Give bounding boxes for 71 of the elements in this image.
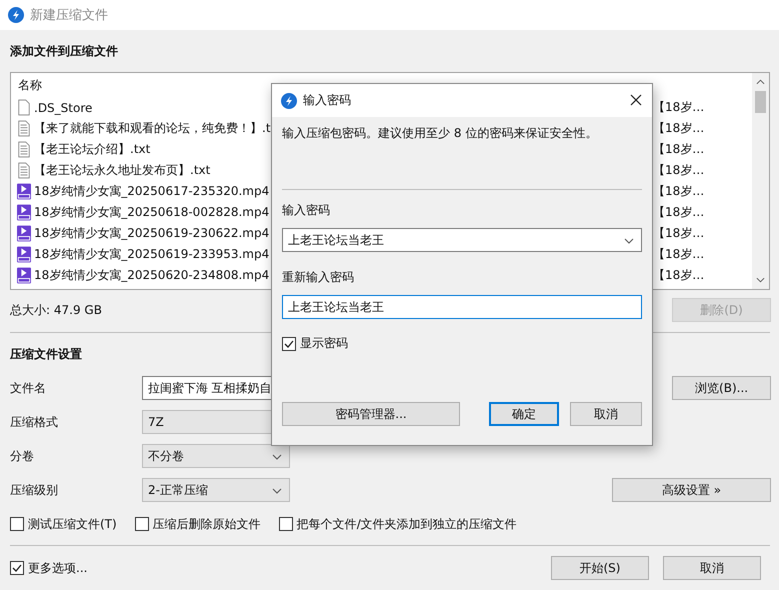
checkbox-label[interactable]: 更多选项...: [28, 560, 88, 576]
file-name[interactable]: 【老王论坛介绍】.txt: [34, 141, 150, 158]
video-file-icon: [17, 225, 31, 242]
video-file-icon: [17, 204, 31, 221]
file-name[interactable]: 18岁纯情少女寓_20250618-002828.mp4: [34, 204, 270, 221]
file-path: 【18岁…: [653, 246, 704, 263]
field-label: 分卷: [10, 448, 35, 464]
advanced-settings-button[interactable]: 高级设置 »: [612, 478, 771, 502]
cancel-button[interactable]: 取消: [570, 402, 642, 426]
caret-icon: [272, 454, 282, 460]
text-file-icon: [17, 162, 31, 179]
checkbox[interactable]: [10, 517, 24, 531]
field-label: 输入密码: [282, 202, 331, 218]
file-path: 【18岁…: [653, 162, 704, 179]
video-file-icon: [17, 246, 31, 263]
start-button[interactable]: 开始(S): [551, 556, 649, 580]
field-label: 压缩格式: [10, 414, 59, 430]
scroll-thumb[interactable]: [755, 91, 766, 113]
app-logo-icon: [281, 92, 297, 108]
caret-icon: [624, 238, 634, 244]
confirm-password-field[interactable]: 上老王论坛当老王: [282, 295, 642, 319]
checkbox[interactable]: [282, 336, 296, 350]
app-logo-icon: [8, 7, 24, 23]
video-file-icon: [17, 183, 31, 200]
file-name[interactable]: .DS_Store: [34, 100, 92, 114]
file-name[interactable]: 【来了就能下载和观看的论坛，纯免费！】.t: [34, 120, 271, 137]
scrollbar[interactable]: [752, 73, 769, 289]
dialog-message: 输入压缩包密码。建议使用至少 8 位的密码来保证安全性。: [282, 125, 598, 142]
cancel-button[interactable]: 取消: [663, 556, 761, 580]
split-dropdown[interactable]: 不分卷: [142, 444, 290, 468]
window-title: 新建压缩文件: [30, 7, 108, 24]
file-name[interactable]: 18岁纯情少女寓_20250617-235320.mp4: [34, 183, 270, 200]
file-path: 【18岁…: [653, 141, 704, 158]
scroll-up-icon[interactable]: [756, 79, 765, 85]
file-name[interactable]: 18岁纯情少女寓_20250619-230622.mp4: [34, 225, 270, 242]
level-dropdown[interactable]: 2-正常压缩: [142, 478, 290, 502]
field-label: 重新输入密码: [282, 269, 355, 285]
file-path: 【18岁…: [653, 99, 704, 116]
browse-button[interactable]: 浏览(B)...: [672, 376, 771, 400]
checkbox-label[interactable]: 压缩后删除原始文件: [152, 516, 261, 532]
total-size: 总大小: 47.9 GB: [10, 302, 102, 318]
caret-icon: [272, 488, 282, 494]
field-label: 压缩级别: [10, 482, 59, 498]
file-name[interactable]: 18岁纯情少女寓_20250619-233953.mp4: [34, 246, 270, 263]
checkbox[interactable]: [278, 517, 293, 531]
file-name[interactable]: 【老王论坛永久地址发布页】.txt: [34, 162, 210, 179]
text-file-icon: [17, 141, 31, 158]
file-path: 【18岁…: [653, 183, 704, 200]
scroll-down-icon[interactable]: [756, 277, 765, 283]
file-path: 【18岁…: [653, 267, 704, 284]
dialog-title: 输入密码: [303, 92, 351, 109]
section-heading: 添加文件到压缩文件: [10, 43, 119, 60]
password-field[interactable]: 上老王论坛当老王: [282, 228, 642, 252]
file-name[interactable]: 18岁纯情少女寓_20250620-234808.mp4: [34, 267, 270, 284]
video-file-icon: [17, 267, 31, 284]
text-file-icon: [17, 120, 31, 137]
password-manager-button[interactable]: 密码管理器...: [282, 402, 460, 426]
field-label: 文件名: [10, 380, 47, 396]
checkbox[interactable]: [134, 517, 149, 531]
ok-button[interactable]: 确定: [489, 402, 559, 426]
file-path: 【18岁…: [653, 120, 704, 137]
file-path: 【18岁…: [653, 225, 704, 242]
checkbox-label[interactable]: 把每个文件/文件夹添加到独立的压缩文件: [296, 516, 517, 532]
checkbox-label[interactable]: 测试压缩文件(T): [28, 516, 117, 532]
column-header[interactable]: 名称: [18, 76, 42, 94]
close-icon[interactable]: [630, 94, 642, 106]
checkbox[interactable]: [10, 561, 24, 575]
section-heading: 压缩文件设置: [10, 346, 83, 363]
file-path: 【18岁…: [653, 204, 704, 221]
file-icon: [17, 99, 31, 116]
checkbox-label[interactable]: 显示密码: [300, 335, 348, 352]
